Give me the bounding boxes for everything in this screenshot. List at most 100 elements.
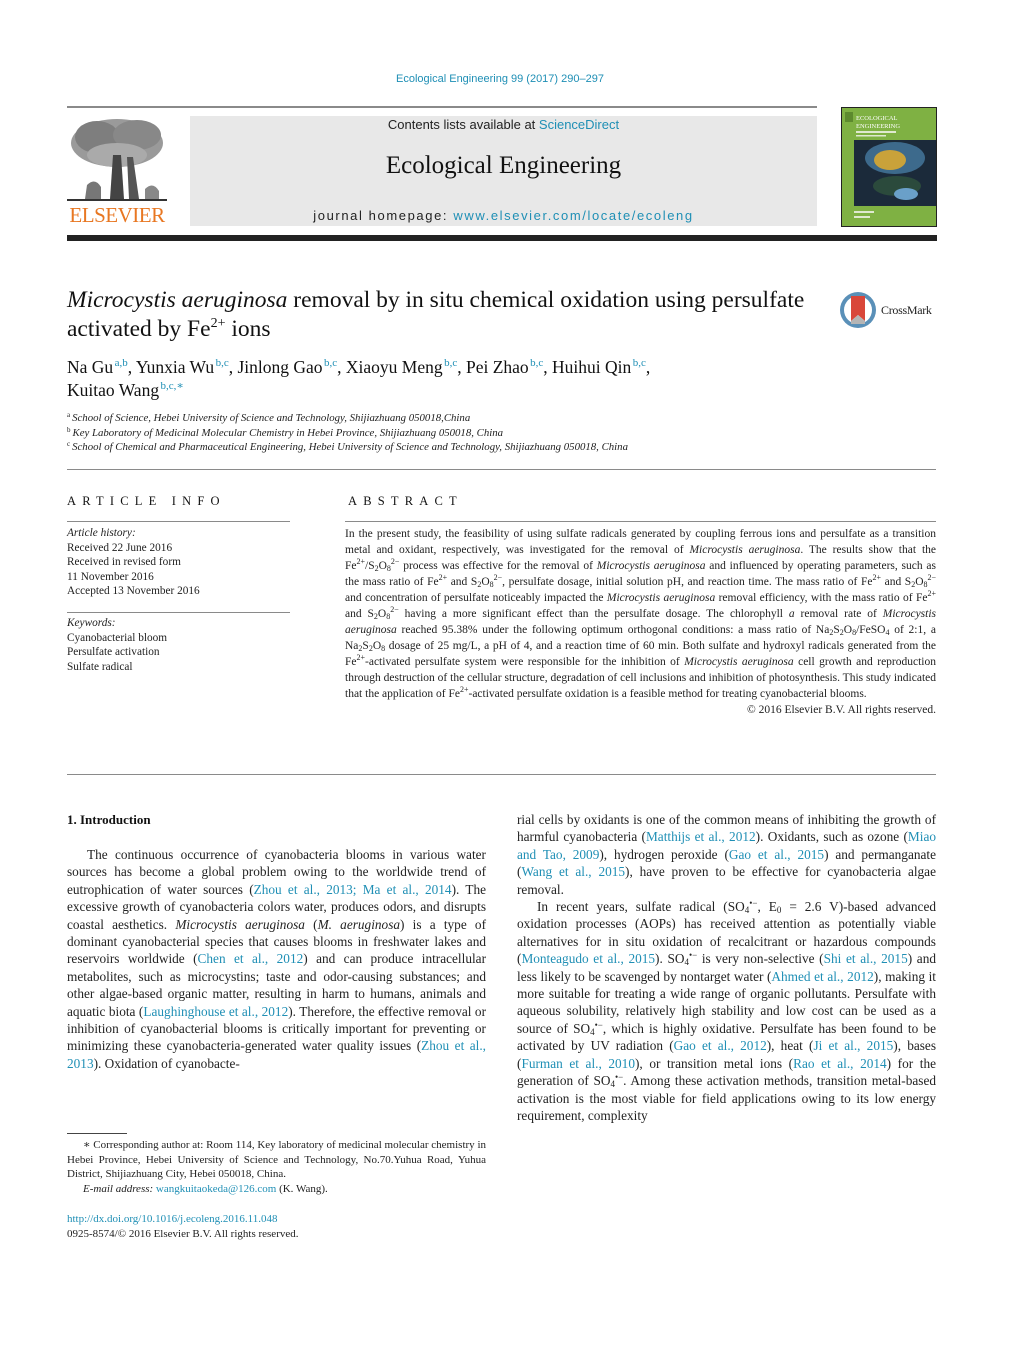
- keyword: Cyanobacterial bloom: [67, 631, 168, 644]
- author-name: Jinlong Gao: [237, 357, 323, 377]
- tree-icon: [67, 119, 167, 201]
- citation-link[interactable]: Wang et al., 2015: [521, 864, 625, 879]
- affiliation: b Key Laboratory of Medicinal Molecular C…: [67, 426, 867, 441]
- citation-link[interactable]: Gao et al., 2012: [674, 1038, 767, 1053]
- citation-link[interactable]: Ahmed et al., 2012: [771, 969, 873, 984]
- author-affiliation-marker[interactable]: b,c: [444, 357, 457, 369]
- citation-link[interactable]: Laughinghouse et al., 2012: [143, 1004, 288, 1019]
- citation-link[interactable]: Ji et al., 2015: [813, 1038, 893, 1053]
- email-line: E-mail address: wangkuitaokeda@126.com (…: [67, 1182, 486, 1197]
- author-affiliation-marker[interactable]: b,c: [324, 357, 337, 369]
- doi-block: http://dx.doi.org/10.1016/j.ecoleng.2016…: [67, 1212, 486, 1241]
- history-item: Accepted 13 November 2016: [67, 585, 200, 598]
- crossmark-label: CrossMark: [881, 303, 932, 317]
- author-list: Na Gu a,b, Yunxia Wu b,c, Jinlong Gao b,…: [67, 357, 651, 400]
- email-link[interactable]: wangkuitaokeda@126.com: [156, 1183, 276, 1195]
- author[interactable]: Kuitao Wang b,c,∗: [67, 380, 184, 400]
- author-name: Na Gu: [67, 357, 114, 377]
- affiliation-text: School of Science, Hebei University of S…: [72, 412, 471, 424]
- body-column-right: rial cells by oxidants is one of the com…: [517, 811, 936, 1124]
- author-name: Xiaoyu Meng: [345, 357, 443, 377]
- author-name: Pei Zhao: [465, 357, 529, 377]
- footnote-rule: [67, 1133, 127, 1134]
- abstract-paragraph: In the present study, the feasibility of…: [345, 528, 937, 700]
- journal-cover-thumbnail[interactable]: ECOLOGICAL ENGINEERING: [841, 107, 937, 227]
- affiliation-text: Key Laboratory of Medicinal Molecular Ch…: [72, 426, 504, 439]
- issn-copyright: 0925-8574/© 2016 Elsevier B.V. All right…: [67, 1227, 299, 1240]
- author[interactable]: Yunxia Wu b,c: [136, 357, 229, 377]
- affiliation-text: School of Chemical and Pharmaceutical En…: [72, 441, 628, 453]
- affiliation-key: c: [67, 440, 71, 448]
- abstract-text: In the present study, the feasibility of…: [345, 526, 936, 718]
- abstract-heading: ABSTRACT: [348, 494, 463, 508]
- body-paragraph: The continuous occurrence of cyanobacter…: [67, 847, 487, 1071]
- abstract-rule: [345, 521, 936, 522]
- history-label: Article history:: [67, 527, 136, 539]
- title-end: ions: [225, 316, 271, 342]
- homepage-prefix: journal homepage:: [313, 208, 454, 223]
- contents-line: Contents lists available at ScienceDirec…: [190, 117, 817, 132]
- author-affiliation-marker[interactable]: b,c: [216, 357, 229, 369]
- keywords-label: Keywords:: [67, 617, 116, 629]
- journal-homepage-link[interactable]: www.elsevier.com/locate/ecoleng: [453, 208, 693, 223]
- affiliation: a School of Science, Hebei University of …: [67, 411, 867, 426]
- citation-link[interactable]: Shi et al., 2015: [824, 951, 908, 966]
- email-label: E-mail address:: [83, 1182, 156, 1195]
- author-name: Kuitao Wang: [67, 380, 160, 400]
- affiliation-key: b: [67, 425, 71, 434]
- journal-homepage: journal homepage: www.elsevier.com/locat…: [190, 208, 817, 223]
- email-suffix: (K. Wang).: [276, 1182, 328, 1195]
- author-affiliation-marker[interactable]: a,b: [115, 357, 128, 369]
- keyword: Persulfate activation: [67, 646, 160, 659]
- author[interactable]: Huihui Qin b,c: [552, 357, 646, 377]
- affiliation: c School of Chemical and Pharmaceutical E…: [67, 440, 867, 455]
- citation-link[interactable]: Chen et al., 2012: [198, 951, 304, 966]
- author-affiliation-marker[interactable]: b,c: [530, 357, 543, 369]
- elsevier-logo[interactable]: ELSEVIER: [67, 115, 167, 227]
- elsevier-wordmark: ELSEVIER: [69, 203, 165, 227]
- header-rule: [67, 106, 817, 108]
- footnote-corresponding-author: ∗ Corresponding author at: Room 114, Key…: [67, 1138, 486, 1196]
- author-name: Huihui Qin: [552, 357, 632, 377]
- citation-link[interactable]: Zhou et al., 2013; Ma et al., 2014: [254, 882, 452, 897]
- corresponding-author-note: ∗ Corresponding author at: Room 114, Key…: [67, 1139, 486, 1181]
- contents-prefix: Contents lists available at: [387, 117, 539, 132]
- doi-link[interactable]: http://dx.doi.org/10.1016/j.ecoleng.2016…: [67, 1212, 486, 1227]
- abstract-copyright: © 2016 Elsevier B.V. All rights reserved…: [747, 704, 936, 716]
- sciencedirect-link[interactable]: ScienceDirect: [539, 117, 619, 132]
- affiliation-key: a: [67, 411, 71, 419]
- citation-link[interactable]: Gao et al., 2015: [729, 847, 824, 862]
- journal-citation-link[interactable]: Ecological Engineering 99 (2017) 290–297: [0, 73, 1000, 85]
- affiliations: a School of Science, Hebei University of …: [67, 411, 867, 455]
- citation-link[interactable]: Matthijs et al., 2012: [646, 829, 756, 844]
- body-paragraph: In recent years, sulfate radical (SO4•−,…: [517, 898, 937, 1123]
- crossmark-icon: [840, 292, 876, 328]
- title-italic-part: Microcystis aeruginosa: [67, 287, 288, 313]
- header-thick-rule: [67, 235, 937, 241]
- journal-title: Ecological Engineering: [385, 152, 622, 179]
- keywords-rule: [67, 612, 290, 613]
- keywords: Keywords: Cyanobacterial bloom Persulfat…: [67, 616, 290, 674]
- history-item: 11 November 2016: [67, 570, 154, 583]
- author[interactable]: Pei Zhao b,c: [466, 357, 543, 377]
- citation-link[interactable]: Monteagudo et al., 2015: [521, 951, 655, 966]
- citation-link[interactable]: Zhou et al., 2013: [67, 1038, 486, 1070]
- author-affiliation-marker[interactable]: b,c,∗: [161, 380, 184, 392]
- section-divider: [67, 469, 936, 470]
- abstract-bottom-rule: [67, 774, 936, 775]
- author[interactable]: Jinlong Gao b,c: [237, 357, 337, 377]
- citation-link[interactable]: Rao et al., 2014: [793, 1056, 887, 1071]
- citation-link[interactable]: Furman et al., 2010: [521, 1056, 635, 1071]
- article-info-rule: [67, 521, 290, 522]
- author-name: Yunxia Wu: [135, 357, 215, 377]
- title-superscript: 2+: [210, 316, 226, 331]
- journal-cover-image: ECOLOGICAL ENGINEERING: [842, 108, 936, 226]
- crossmark-button[interactable]: CrossMark: [839, 291, 944, 329]
- article-info-heading: ARTICLE INFO: [67, 494, 226, 508]
- keyword: Sulfate radical: [67, 660, 133, 673]
- history-item: Received 22 June 2016: [67, 541, 173, 554]
- author[interactable]: Xiaoyu Meng b,c: [346, 357, 457, 377]
- body-column-left: The continuous occurrence of cyanobacter…: [67, 846, 486, 1072]
- author[interactable]: Na Gu a,b: [67, 357, 128, 377]
- author-affiliation-marker[interactable]: b,c: [633, 357, 646, 369]
